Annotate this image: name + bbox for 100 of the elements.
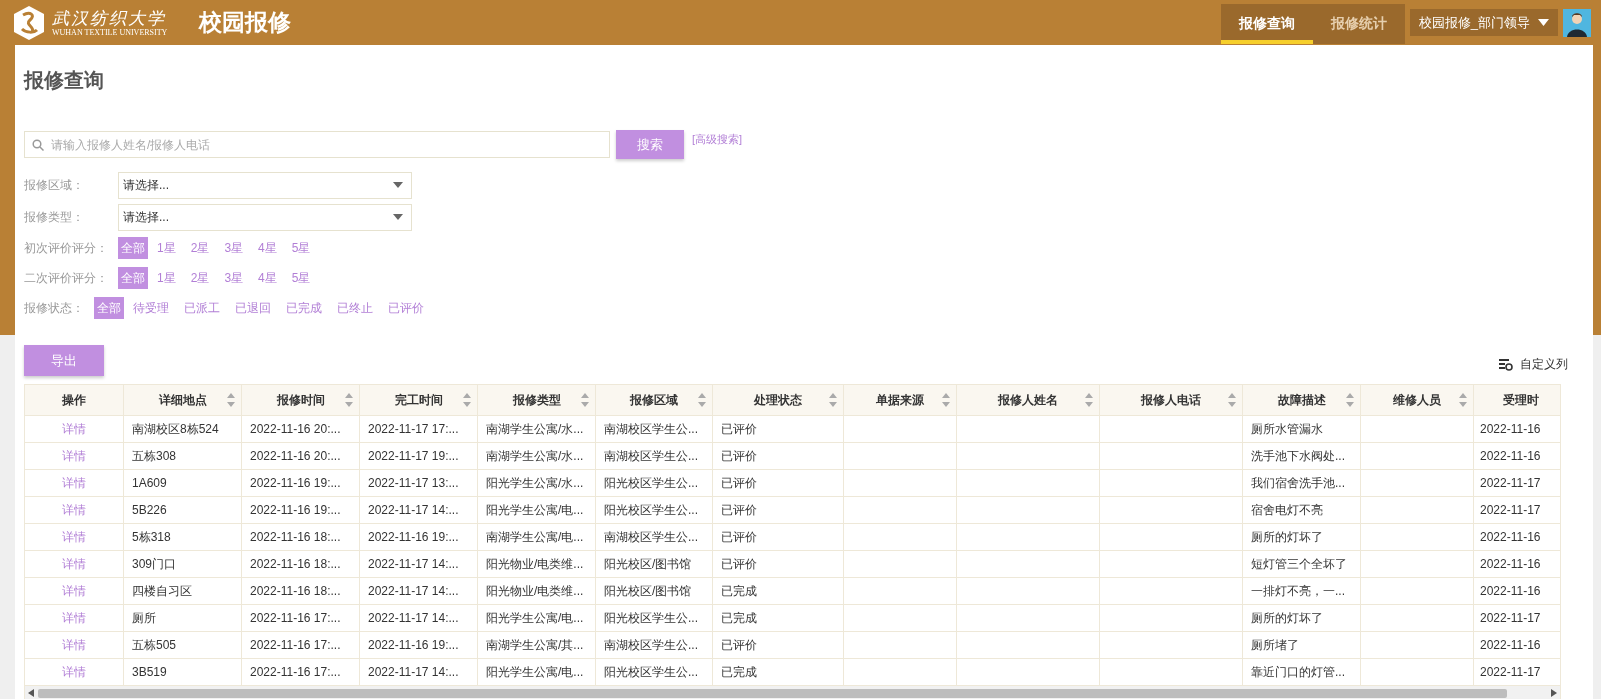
dropdown[interactable]: 请选择... [118,203,412,231]
filter-option[interactable]: 已完成 [283,297,325,319]
caret-icon [393,214,403,220]
filter-option[interactable]: 3星 [221,237,247,259]
filter-option[interactable]: 5星 [288,237,314,259]
filter-option[interactable]: 4星 [255,237,280,259]
scroll-left-icon[interactable] [28,689,34,697]
filter-option[interactable]: 2星 [187,237,213,259]
sort-icon[interactable] [344,391,354,409]
sort-icon[interactable] [1084,391,1094,409]
university-logo-icon [12,4,46,41]
table-cell: 5栋318 [123,523,242,551]
table-cell: 2022-11-17 13:... [359,469,478,497]
table-cell: 2022-11-16 [1473,577,1560,605]
sort-icon[interactable] [226,391,236,409]
table-cell: 南湖校区学生公... [595,415,713,443]
filter-label: 二次评价评分： [24,269,109,287]
column-header[interactable]: 报修类型 [477,385,596,416]
filter-option[interactable]: 待受理 [130,297,172,319]
table-cell: 309门口 [123,550,242,578]
table-cell: 我们宿舍洗手池... [1242,469,1361,497]
filter-option[interactable]: 1星 [154,267,179,289]
table-cell: 阳光学生公寓/电... [477,604,596,632]
table-cell: 2022-11-16 20:... [241,442,360,470]
sort-icon[interactable] [1227,391,1237,409]
search-button[interactable]: 搜索 [616,130,684,159]
filter-option[interactable]: 已退回 [232,297,274,319]
table-cell: 2022-11-16 19:... [359,631,478,659]
table-cell: 2022-11-16 17:... [241,631,360,659]
filter-option[interactable]: 全部 [118,237,148,259]
sort-icon[interactable] [941,391,951,409]
filter-option[interactable]: 5星 [288,267,314,289]
filter-option[interactable]: 全部 [118,267,148,289]
table-cell: 阳光校区/图书馆 [595,550,713,578]
table-cell: 2022-11-16 19:... [241,496,360,524]
column-header[interactable]: 报修人电话 [1099,385,1243,416]
details-link[interactable]: 详情 [62,475,86,490]
column-header[interactable]: 单据来源 [843,385,957,416]
table-cell: 1A609 [123,469,242,497]
table-cell: 南湖学生公寓/其... [477,631,596,659]
sort-icon[interactable] [697,391,707,409]
app-title: 校园报修 [199,8,292,37]
column-header[interactable]: 受理时 [1473,385,1560,416]
table-cell: 2022-11-16 [1473,442,1560,470]
table-cell: 南湖校区学生公... [595,442,713,470]
settings-icon [1499,358,1513,371]
search-icon [32,139,44,151]
table-cell: 南湖校区学生公... [595,631,713,659]
details-link[interactable]: 详情 [62,556,86,571]
table-cell: 2022-11-16 19:... [359,523,478,551]
filter-option[interactable]: 3星 [221,267,247,289]
column-header[interactable]: 维修人员 [1360,385,1474,416]
sort-icon[interactable] [828,391,838,409]
dropdown[interactable]: 请选择... [118,171,412,199]
table-cell: 2022-11-17 [1473,496,1560,524]
column-header[interactable]: 报修人姓名 [956,385,1100,416]
details-link[interactable]: 详情 [62,448,86,463]
table-cell: 阳光校区学生公... [595,604,713,632]
details-link[interactable]: 详情 [62,583,86,598]
column-header[interactable]: 报修区域 [595,385,713,416]
column-header[interactable]: 处理状态 [712,385,844,416]
column-header[interactable]: 报修时间 [241,385,360,416]
table-cell: 五栋505 [123,631,242,659]
table-cell: 2022-11-16 [1473,415,1560,443]
details-link[interactable]: 详情 [62,529,86,544]
details-link[interactable]: 详情 [62,637,86,652]
nav-tab[interactable]: 报修统计 [1312,4,1405,44]
avatar-icon[interactable] [1563,9,1591,37]
horizontal-scrollbar[interactable] [25,685,1560,699]
filter-option[interactable]: 2星 [187,267,213,289]
search-field[interactable]: 请输入报修人姓名/报修人电话 [24,131,610,158]
details-link[interactable]: 详情 [62,421,86,436]
column-header[interactable]: 故障描述 [1242,385,1361,416]
column-header[interactable]: 完工时间 [359,385,478,416]
scroll-right-icon[interactable] [1551,689,1557,697]
table-cell: 南湖学生公寓/水... [477,415,596,443]
table-cell: 2022-11-16 [1473,523,1560,551]
table-cell: 2022-11-16 18:... [241,550,360,578]
table-cell: 已完成 [712,604,844,632]
user-menu[interactable]: 校园报修_部门领导 [1409,9,1558,36]
filter-option[interactable]: 已评价 [385,297,427,319]
filter-option[interactable]: 全部 [94,297,124,319]
sort-icon[interactable] [1345,391,1355,409]
table-cell: 阳光校区/图书馆 [595,577,713,605]
details-link[interactable]: 详情 [62,610,86,625]
filter-option[interactable]: 4星 [255,267,280,289]
column-header[interactable]: 详细地点 [123,385,242,416]
customize-columns-button[interactable]: 自定义列 [1499,356,1568,373]
filter-option[interactable]: 已终止 [334,297,376,319]
sort-icon[interactable] [1458,391,1468,409]
sort-icon[interactable] [462,391,472,409]
filter-option[interactable]: 1星 [154,237,179,259]
column-header[interactable]: 操作 [25,385,124,416]
sort-icon[interactable] [580,391,590,409]
details-link[interactable]: 详情 [62,664,86,679]
advanced-search-link[interactable]: [高级搜索] [692,132,743,147]
details-link[interactable]: 详情 [62,502,86,517]
export-button[interactable]: 导出 [24,345,104,376]
table-cell: 已评价 [712,496,844,524]
filter-option[interactable]: 已派工 [181,297,223,319]
